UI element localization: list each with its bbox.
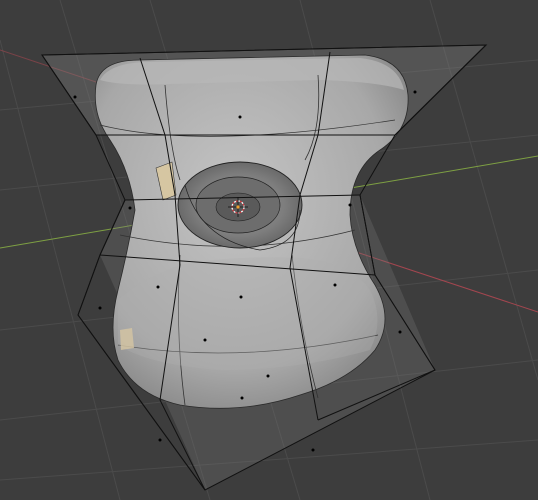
selected-face xyxy=(120,328,134,350)
3d-viewport[interactable] xyxy=(0,0,538,500)
